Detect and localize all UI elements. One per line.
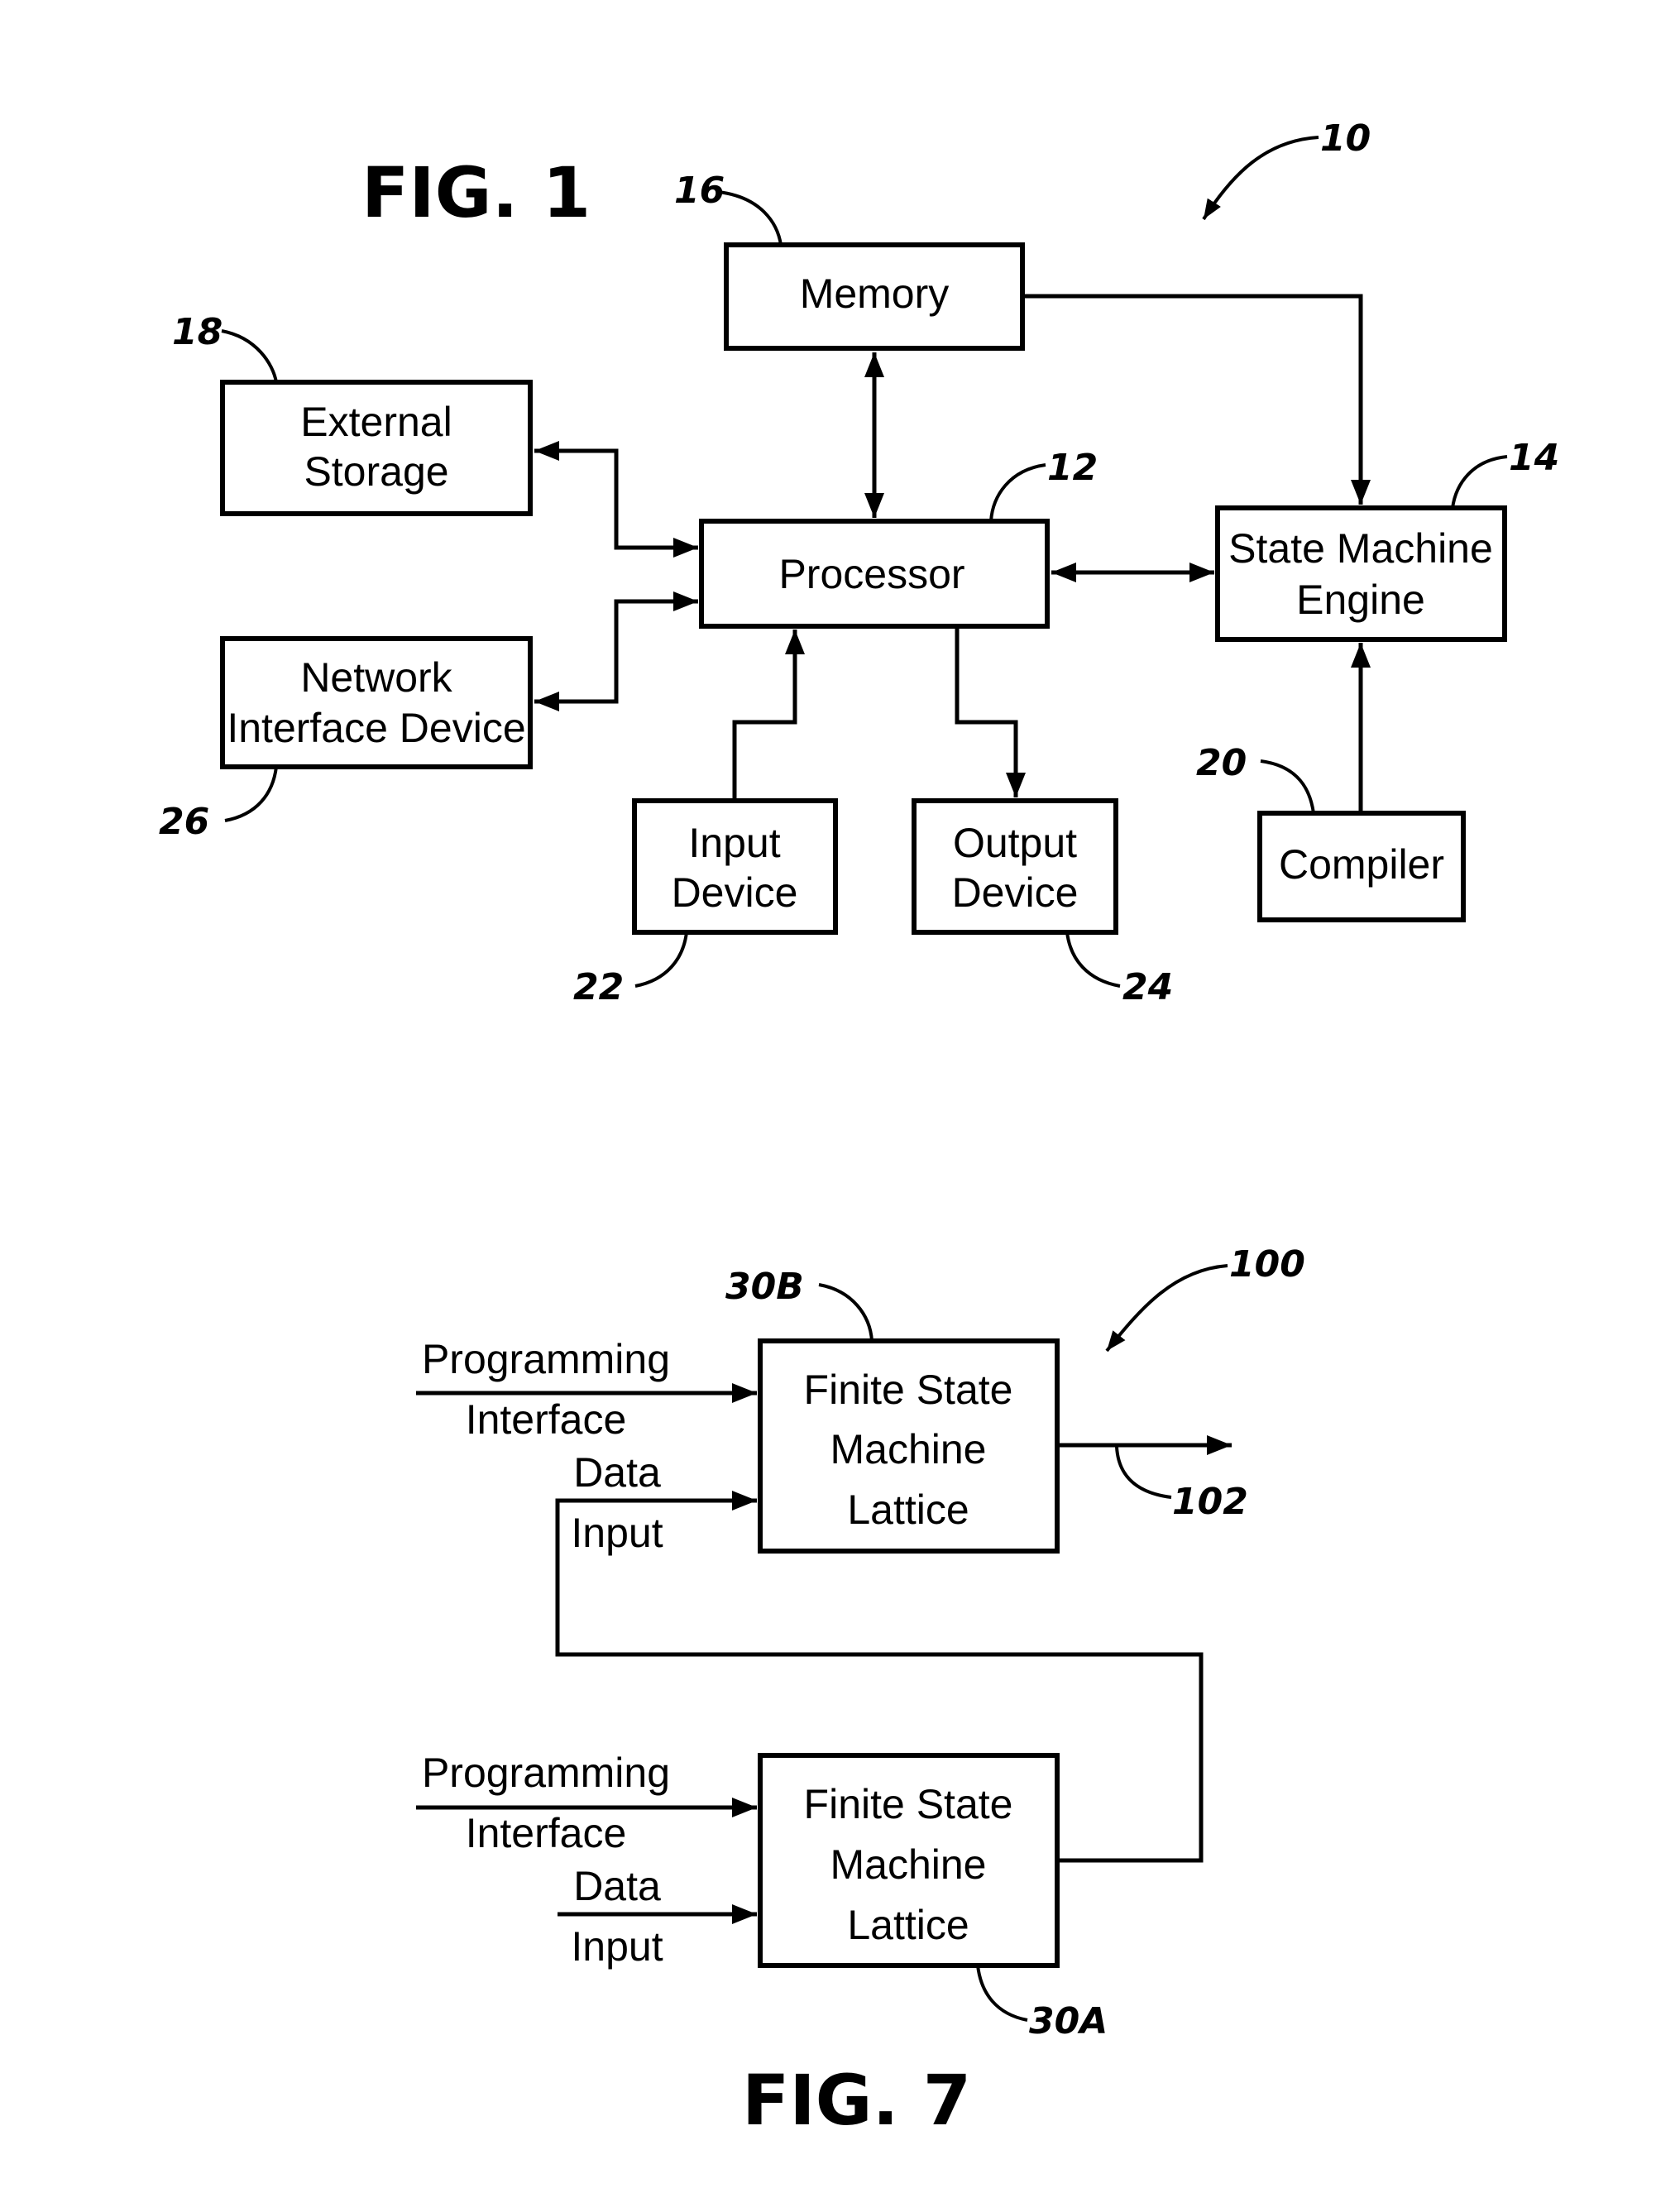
leader-line-14 [1451, 455, 1508, 509]
ref-label-10: 10 [1320, 117, 1371, 160]
data-input-label-top-line1: Data [573, 1449, 661, 1496]
block-fsm-lattice-30b: Finite State Machine Lattice [758, 1338, 1060, 1554]
memory-label: Memory [800, 271, 950, 317]
output-device-label-line1: Output [953, 820, 1077, 866]
leader-line-30b [818, 1283, 874, 1342]
state-machine-engine-label-line2: Engine [1296, 577, 1425, 623]
block-external-storage: External Storage [220, 380, 533, 516]
block-memory: Memory [724, 242, 1025, 351]
ref-label-26: 26 [159, 801, 209, 843]
processor-label: Processor [778, 551, 964, 597]
external-storage-label-line1: External [300, 399, 452, 445]
figure-1-title: FIG. 1 [361, 152, 591, 233]
processor-output-device-connector [955, 626, 1026, 797]
block-compiler: Compiler [1257, 811, 1466, 922]
data-input-label-bottom-line2: Input [571, 1923, 663, 1970]
patent-drawing-sheet: FIG. 1 10 Memory 16 External Storage 18 … [159, 117, 1559, 2141]
figure-7: 100 Finite State Machine Lattice 30B Fin… [416, 1243, 1305, 2141]
network-interface-label-line1: Network [300, 654, 452, 701]
ref-label-20: 20 [1196, 742, 1247, 784]
lattice-30a-label-line3: Lattice [847, 1902, 969, 1948]
programming-interface-label-bottom-line2: Interface [466, 1810, 627, 1856]
data-input-label-bottom-line1: Data [573, 1863, 661, 1909]
leader-line-26 [224, 766, 278, 822]
ref-label-12: 12 [1047, 447, 1098, 489]
lattice-30a-label-line1: Finite State [804, 1781, 1013, 1827]
processor-network-connector [534, 591, 698, 711]
block-state-machine-engine: State Machine Engine [1215, 505, 1507, 642]
data-input-label-top-line2: Input [571, 1510, 663, 1556]
ref-label-24: 24 [1122, 966, 1173, 1008]
processor-external-storage-connector [534, 441, 698, 558]
leader-line-102 [1115, 1446, 1172, 1499]
leader-line-18 [221, 329, 278, 383]
lattice-30a-label-line2: Machine [830, 1841, 987, 1888]
block-fsm-lattice-30a: Finite State Machine Lattice [758, 1753, 1060, 1968]
ref-label-14: 14 [1509, 437, 1559, 479]
ref-label-100: 100 [1229, 1243, 1305, 1286]
block-input-device: Input Device [632, 798, 838, 935]
leader-line-20 [1260, 759, 1315, 814]
ref-label-22: 22 [573, 966, 624, 1008]
block-network-interface-device: Network Interface Device [220, 636, 533, 769]
ref-label-16: 16 [674, 170, 725, 212]
block-output-device: Output Device [912, 798, 1118, 935]
ref-label-30b: 30B [725, 1266, 804, 1308]
programming-interface-label-top-line1: Programming [422, 1336, 670, 1382]
system-leader-arrow-100 [1105, 1264, 1228, 1353]
input-device-processor-connector [732, 630, 805, 801]
input-device-label-line2: Device [672, 869, 798, 916]
lattice-30b-label-line3: Lattice [847, 1487, 969, 1533]
ref-label-102: 102 [1172, 1481, 1248, 1523]
leader-line-16 [717, 190, 783, 246]
lattice-30b-label-line2: Machine [830, 1426, 987, 1472]
system-leader-arrow [1202, 136, 1319, 221]
block-processor: Processor [699, 519, 1050, 629]
input-device-label-line1: Input [688, 820, 780, 866]
external-storage-label-line2: Storage [304, 448, 448, 495]
leader-line-24 [1065, 931, 1121, 988]
output-device-label-line2: Device [952, 869, 1079, 916]
figure-7-title: FIG. 7 [742, 2060, 971, 2141]
lattice-30b-label-line1: Finite State [804, 1367, 1013, 1413]
programming-interface-label-top-line2: Interface [466, 1396, 627, 1443]
figure-1: FIG. 1 10 Memory 16 External Storage 18 … [159, 117, 1559, 1008]
state-machine-engine-label-line1: State Machine [1228, 525, 1493, 572]
programming-interface-label-bottom-line1: Programming [422, 1750, 670, 1796]
compiler-label: Compiler [1279, 841, 1444, 888]
network-interface-label-line2: Interface Device [227, 705, 525, 751]
leader-line-30a [976, 1965, 1028, 2022]
leader-line-22 [634, 931, 688, 988]
leader-line-12 [989, 463, 1046, 522]
ref-label-18: 18 [172, 311, 223, 353]
ref-label-30a: 30A [1029, 2000, 1108, 2042]
